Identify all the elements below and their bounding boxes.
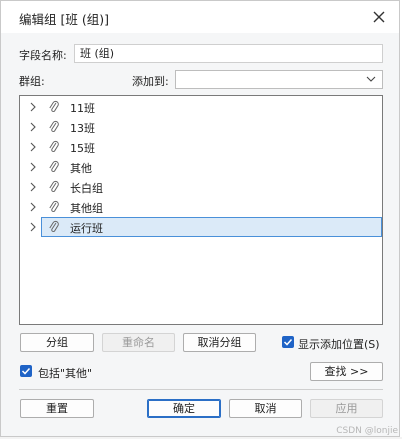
footer-divider [19, 389, 383, 390]
paperclip-icon [49, 160, 59, 172]
group-item[interactable]: 其他 [22, 157, 380, 177]
paperclip-icon [49, 180, 59, 192]
groups-label: 群组: [19, 75, 45, 88]
chevron-right-icon[interactable] [28, 101, 38, 113]
ungroup-button[interactable]: 取消分组 [183, 333, 256, 352]
include-other-label: 包括"其他" [38, 367, 93, 380]
group-item[interactable]: 11班 [22, 97, 380, 117]
paperclip-icon [49, 140, 59, 152]
paperclip-icon [49, 220, 59, 232]
add-to-label: 添加到: [132, 75, 169, 88]
rename-button[interactable]: 重命名 [102, 333, 175, 352]
group-item-label: 运行班 [70, 222, 103, 235]
checkmark-icon [21, 367, 31, 375]
group-item-label: 长白组 [70, 182, 103, 195]
find-button[interactable]: 查找 >> [310, 362, 383, 381]
show-add-position-label: 显示添加位置(S) [298, 338, 380, 351]
dialog-title: 编辑组 [班 (组)] [19, 12, 109, 27]
chevron-right-icon[interactable] [28, 161, 38, 173]
group-item-selected[interactable]: 运行班 [22, 217, 382, 237]
group-list[interactable]: 11班 13班 15班 其他 长白组 其他组 运行班 [19, 95, 383, 325]
apply-button[interactable]: 应用 [310, 399, 383, 418]
group-item[interactable]: 其他组 [22, 197, 380, 217]
group-item-label: 其他组 [70, 202, 103, 215]
chevron-right-icon[interactable] [28, 201, 38, 213]
group-item-label: 其他 [70, 162, 92, 175]
paperclip-icon [49, 120, 59, 132]
edit-group-dialog: 编辑组 [班 (组)] 字段名称: 班 (组) 群组: 添加到: 11班 13班 [0, 0, 400, 437]
add-to-select[interactable] [175, 70, 383, 89]
close-button[interactable] [369, 7, 389, 27]
include-other-checkbox[interactable] [20, 365, 32, 377]
title-bar: 编辑组 [班 (组)] [1, 1, 399, 33]
group-item-label: 13班 [70, 122, 95, 135]
checkmark-icon [283, 338, 293, 346]
chevron-right-icon[interactable] [28, 141, 38, 153]
group-item-label: 11班 [70, 102, 95, 115]
watermark: CSDN @lonjie [336, 426, 398, 436]
group-item[interactable]: 15班 [22, 137, 380, 157]
field-name-input[interactable]: 班 (组) [74, 44, 383, 63]
group-button[interactable]: 分组 [20, 333, 94, 352]
paperclip-icon [49, 100, 59, 112]
chevron-right-icon[interactable] [28, 221, 38, 233]
close-icon [373, 11, 385, 23]
chevron-right-icon[interactable] [28, 181, 38, 193]
show-add-position-checkbox[interactable] [282, 336, 294, 348]
chevron-down-icon [366, 76, 376, 82]
field-name-label: 字段名称: [19, 49, 67, 62]
group-item[interactable]: 13班 [22, 117, 380, 137]
reset-button[interactable]: 重置 [20, 399, 94, 418]
group-item[interactable]: 长白组 [22, 177, 380, 197]
cancel-button[interactable]: 取消 [229, 399, 302, 418]
paperclip-icon [49, 200, 59, 212]
group-item-label: 15班 [70, 142, 95, 155]
ok-button[interactable]: 确定 [147, 399, 221, 418]
chevron-right-icon[interactable] [28, 121, 38, 133]
